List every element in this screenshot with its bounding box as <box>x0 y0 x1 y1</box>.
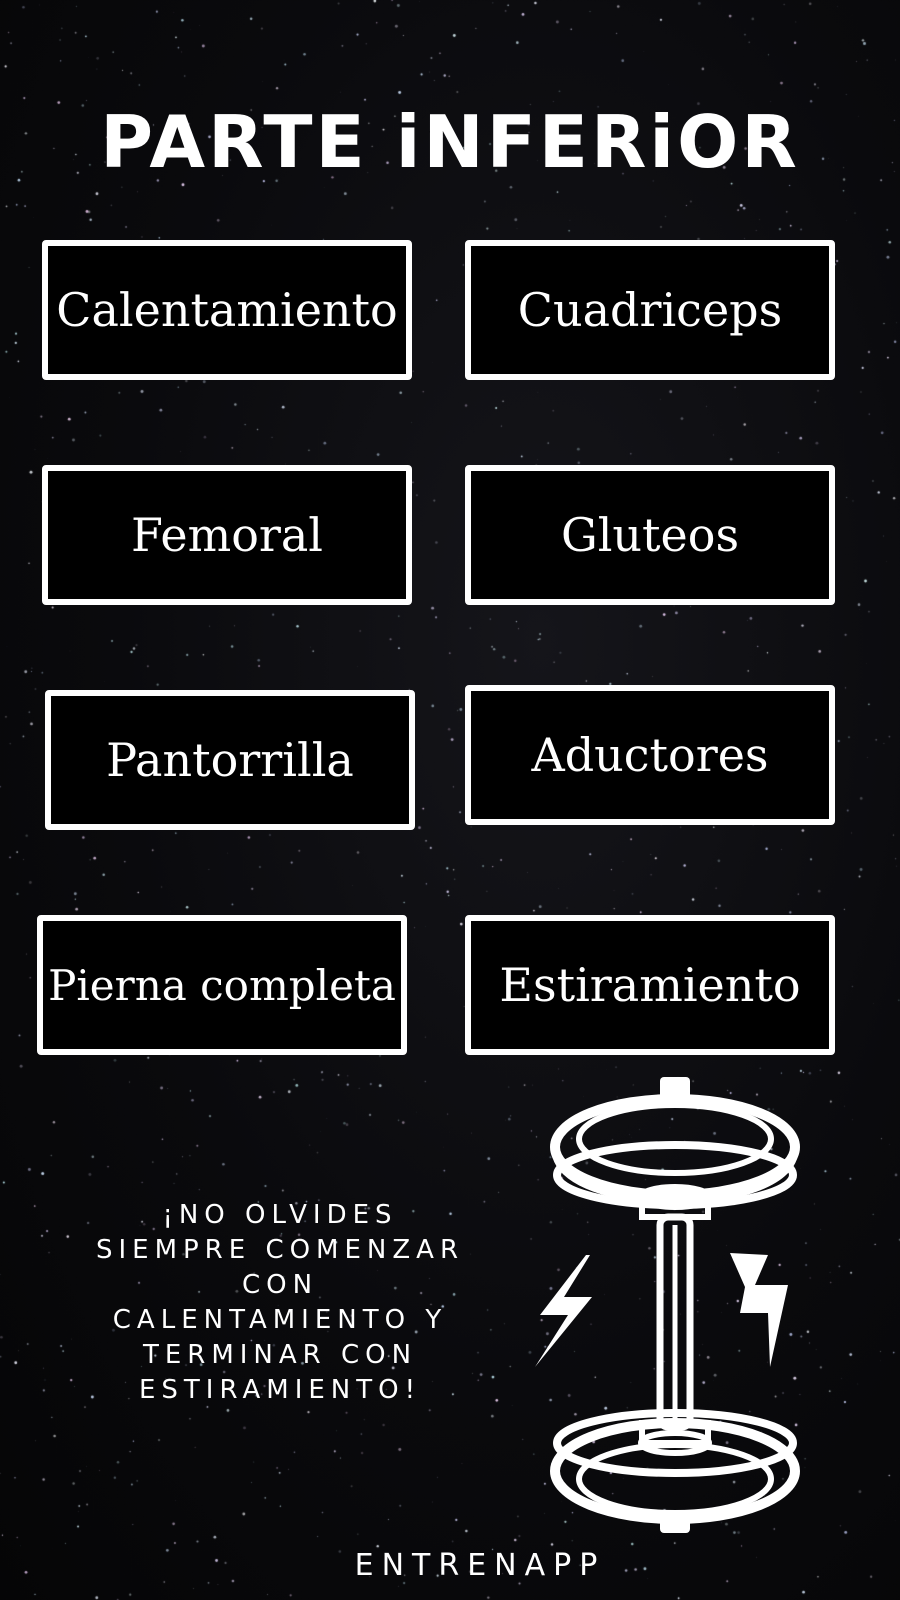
pantorrilla-button[interactable]: Pantorrilla <box>45 690 415 830</box>
reminder-line: TERMINAR CON <box>142 1340 418 1370</box>
femoral-button[interactable]: Femoral <box>42 465 412 605</box>
reminder-line: CALENTAMIENTO Y <box>112 1305 448 1335</box>
brand-footer: ENTRENAPP <box>354 1548 606 1583</box>
reminder-line: CON <box>241 1270 319 1300</box>
reminder-line: SIEMPRE COMENZAR <box>95 1235 465 1265</box>
reminder-line: ESTIRAMIENTO! <box>138 1375 422 1405</box>
pierna-completa-button[interactable]: Pierna completa <box>37 915 407 1055</box>
reminder-line: ¡NO OLVIDES <box>162 1200 398 1230</box>
cuadriceps-button[interactable]: Cuadriceps <box>465 240 835 380</box>
estiramiento-button[interactable]: Estiramiento <box>465 915 835 1055</box>
lightning-left-icon <box>535 1255 592 1367</box>
gluteos-button[interactable]: Gluteos <box>465 465 835 605</box>
reminder-text: ¡NO OLVIDES SIEMPRE COMENZAR CON CALENTA… <box>60 1198 500 1408</box>
aductores-button[interactable]: Aductores <box>465 685 835 825</box>
calentamiento-button[interactable]: Calentamiento <box>42 240 412 380</box>
page-title: PARTE iNFERiOR <box>100 100 800 184</box>
dumbbell-icon <box>535 1077 800 1533</box>
lightning-right-icon <box>730 1253 788 1367</box>
